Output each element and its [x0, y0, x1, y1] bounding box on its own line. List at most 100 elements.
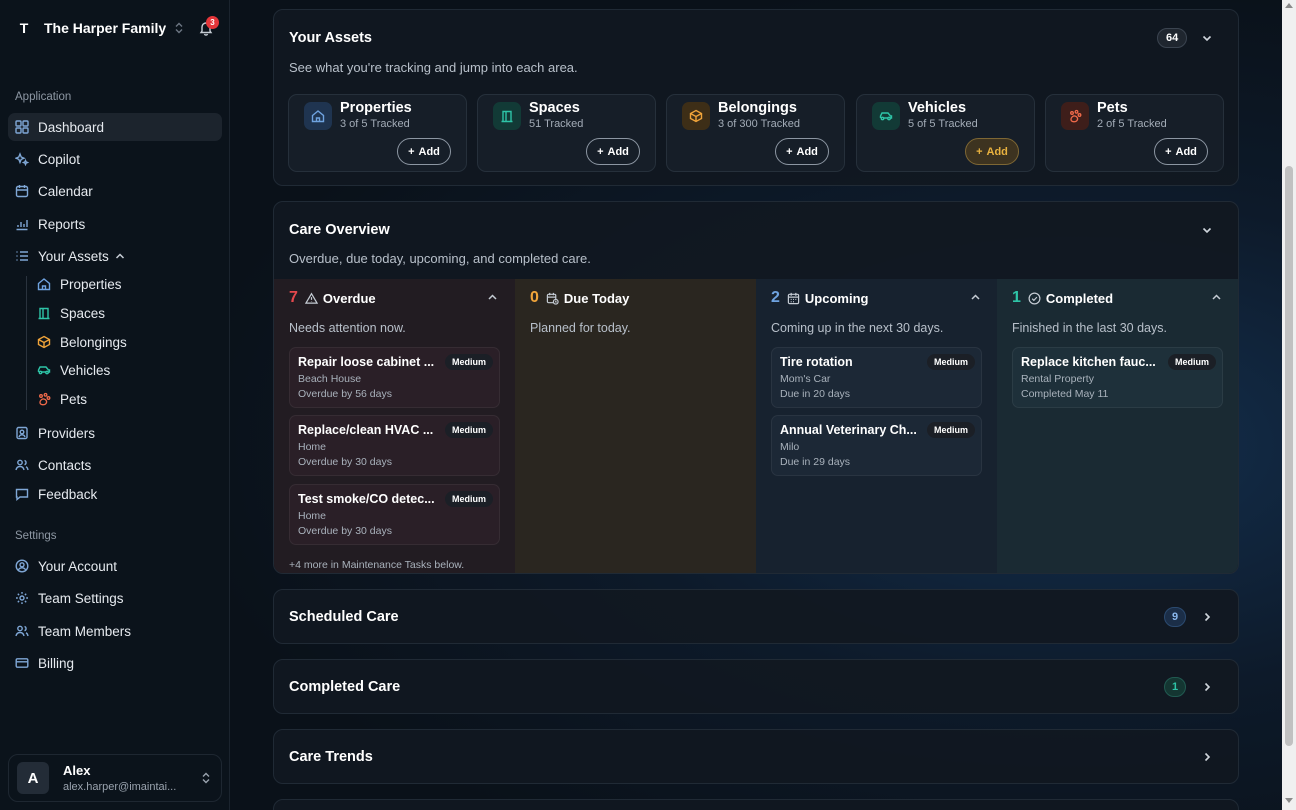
nav-dashboard[interactable]: Dashboard [8, 113, 222, 141]
asset-name: Properties [340, 100, 412, 116]
task-card[interactable]: Test smoke/CO detec... Medium Home Overd… [289, 484, 500, 545]
nav-dashboard-label: Dashboard [38, 119, 105, 135]
nav-providers-label: Providers [38, 425, 96, 441]
care-trends-section[interactable]: Care Trends [273, 729, 1239, 784]
upcoming-label: Upcoming [804, 290, 869, 306]
task-status: Overdue by 30 days [298, 525, 392, 537]
add-label: Add [796, 145, 818, 158]
nav-spaces[interactable]: Spaces [34, 301, 222, 325]
nav-providers[interactable]: Providers [8, 419, 222, 447]
home-icon [304, 102, 332, 130]
completed-care-title: Completed Care [289, 679, 401, 695]
nav-copilot-label: Copilot [38, 151, 81, 167]
check-circle-icon [1028, 292, 1041, 305]
overdue-header: 7 Overdue [289, 289, 376, 307]
notification-badge: 3 [206, 16, 219, 29]
scroll-down-arrow-icon[interactable] [1285, 798, 1293, 804]
task-title: Tire rotation [780, 355, 853, 369]
nav-properties[interactable]: Properties [34, 272, 222, 296]
asset-card-spaces[interactable]: Spaces 51 Tracked + Add [477, 94, 656, 172]
nav-vehicles[interactable]: Vehicles [34, 358, 222, 382]
chevron-up-icon[interactable] [970, 293, 981, 301]
nav-your-account[interactable]: Your Account [8, 552, 222, 580]
box-icon [36, 334, 52, 350]
users-icon [14, 457, 30, 473]
avatar: A [17, 762, 49, 794]
chevron-right-icon[interactable] [1202, 611, 1212, 623]
asset-card-pets[interactable]: Pets 2 of 5 Tracked + Add [1045, 94, 1224, 172]
asset-count: 3 of 300 Tracked [718, 118, 800, 130]
chevron-right-icon[interactable] [1202, 751, 1212, 763]
task-card[interactable]: Tire rotation Medium Mom's Car Due in 20… [771, 347, 982, 408]
scheduled-count-badge: 9 [1164, 607, 1187, 627]
task-title: Replace/clean HVAC ... [298, 423, 434, 437]
nav-team-members[interactable]: Team Members [8, 617, 222, 645]
user-menu[interactable]: A Alex alex.harper@imaintai... [8, 754, 222, 802]
overdue-count: 7 [289, 289, 298, 306]
add-pet-button[interactable]: + Add [1154, 138, 1208, 165]
team-switcher[interactable]: T The Harper Family [12, 14, 222, 42]
nav-feedback[interactable]: Feedback [8, 480, 222, 508]
add-property-button[interactable]: + Add [397, 138, 451, 165]
plus-icon: + [1165, 145, 1172, 158]
chevron-right-icon[interactable] [1202, 681, 1212, 693]
nav-team-settings-label: Team Settings [38, 590, 124, 606]
completed-care-section[interactable]: Completed Care 1 [273, 659, 1239, 714]
care-overview-title: Care Overview [289, 222, 390, 238]
nav-billing[interactable]: Billing [8, 649, 222, 677]
upcoming-header: 2 Upcoming [771, 289, 868, 307]
nav-team-settings[interactable]: Team Settings [8, 584, 222, 612]
task-card[interactable]: Replace/clean HVAC ... Medium Home Overd… [289, 415, 500, 476]
scheduled-care-section[interactable]: Scheduled Care 9 [273, 589, 1239, 644]
scroll-up-arrow-icon[interactable] [1285, 2, 1293, 8]
asset-card-vehicles[interactable]: Vehicles 5 of 5 Tracked + Add [856, 94, 1035, 172]
home-icon [36, 276, 52, 292]
chevron-down-icon[interactable] [1201, 32, 1213, 44]
upcoming-subtitle: Coming up in the next 30 days. [771, 321, 944, 335]
car-icon [872, 102, 900, 130]
priority-badge: Medium [444, 491, 493, 507]
nav-belongings[interactable]: Belongings [34, 330, 222, 354]
users-icon [14, 623, 30, 639]
door-icon [493, 102, 521, 130]
user-circle-icon [14, 558, 30, 574]
asset-card-properties[interactable]: Properties 3 of 5 Tracked + Add [288, 94, 467, 172]
plus-icon: + [976, 145, 983, 158]
nav-reports[interactable]: Reports [8, 210, 222, 238]
add-vehicle-button[interactable]: + Add [965, 138, 1019, 165]
credit-card-icon [14, 655, 30, 671]
nav-calendar[interactable]: Calendar [8, 177, 222, 205]
paw-icon [1061, 102, 1089, 130]
nav-copilot[interactable]: Copilot [8, 145, 222, 173]
nav-pets[interactable]: Pets [34, 387, 222, 411]
task-place: Beach House [298, 373, 362, 385]
task-card[interactable]: Repair loose cabinet ... Medium Beach Ho… [289, 347, 500, 408]
id-badge-icon [14, 425, 30, 441]
task-place: Mom's Car [780, 373, 831, 385]
alert-triangle-icon [304, 291, 318, 305]
nav-billing-label: Billing [38, 655, 75, 671]
paw-icon [36, 391, 52, 407]
nav-your-assets[interactable]: Your Assets [8, 242, 222, 270]
task-card[interactable]: Replace kitchen fauc... Medium Rental Pr… [1012, 347, 1223, 408]
nav-team-members-label: Team Members [38, 623, 132, 639]
overdue-subtitle: Needs attention now. [289, 321, 406, 335]
chevron-up-icon[interactable] [1211, 293, 1222, 301]
add-space-button[interactable]: + Add [586, 138, 640, 165]
asset-name: Pets [1097, 100, 1128, 116]
chevron-down-icon[interactable] [1201, 224, 1213, 236]
next-section[interactable] [273, 799, 1239, 810]
care-overview-card: Care Overview Overdue, due today, upcomi… [273, 201, 1239, 574]
due-today-subtitle: Planned for today. [530, 321, 631, 335]
nav-spaces-label: Spaces [60, 305, 106, 321]
nav-contacts[interactable]: Contacts [8, 451, 222, 479]
scrollbar-thumb[interactable] [1285, 166, 1293, 746]
due-today-column: 0 Due Today Planned for today. [515, 279, 756, 573]
car-icon [36, 362, 52, 378]
chevron-up-icon[interactable] [487, 293, 498, 301]
asset-card-belongings[interactable]: Belongings 3 of 300 Tracked + Add [666, 94, 845, 172]
task-card[interactable]: Annual Veterinary Ch... Medium Milo Due … [771, 415, 982, 476]
team-initial: T [19, 20, 29, 36]
section-label-application: Application [15, 91, 72, 103]
add-belonging-button[interactable]: + Add [775, 138, 829, 165]
